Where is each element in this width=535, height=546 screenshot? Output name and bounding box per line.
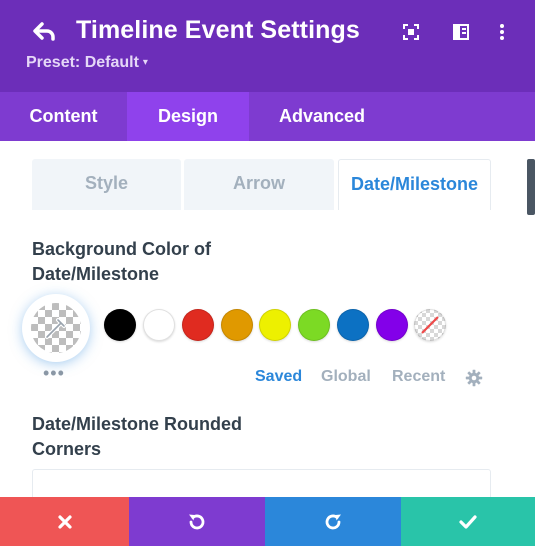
undo-button[interactable] [129, 497, 265, 546]
palette-tab-global[interactable]: Global [321, 368, 371, 386]
eyedropper-icon [45, 318, 66, 339]
tab-content[interactable]: Content [0, 92, 127, 141]
redo-button[interactable] [265, 497, 401, 546]
scrollbar[interactable] [527, 159, 535, 215]
swatch-none[interactable] [414, 309, 446, 341]
swatch-green[interactable] [298, 309, 330, 341]
split-view-icon[interactable] [451, 22, 471, 42]
swatch-white[interactable] [143, 309, 175, 341]
no-color-icon [421, 316, 439, 334]
palette-tab-saved[interactable]: Saved [255, 368, 302, 386]
swatch-orange[interactable] [221, 309, 253, 341]
save-button[interactable] [401, 497, 535, 546]
panel-title: Timeline Event Settings [76, 16, 360, 44]
preset-label: Preset: Default [26, 54, 139, 71]
swatch-black[interactable] [104, 309, 136, 341]
settings-header: Timeline Event Settings Preset: Default ▾ [0, 0, 535, 92]
focus-icon[interactable] [401, 22, 421, 42]
more-colors-icon[interactable]: ••• [43, 364, 65, 382]
swatch-red[interactable] [182, 309, 214, 341]
checkmark-icon [459, 514, 477, 529]
chevron-down-icon: ▾ [142, 57, 148, 68]
redo-icon [325, 514, 341, 529]
undo-icon [189, 514, 205, 529]
rounded-corners-label: Date/Milestone Rounded Corners [32, 414, 243, 459]
subtab-style[interactable]: Style [32, 159, 181, 210]
bg-color-label: Background Color of Date/Milestone [32, 239, 211, 284]
discard-button[interactable] [0, 497, 129, 546]
more-vertical-icon[interactable] [492, 22, 512, 42]
action-footer [0, 497, 535, 546]
swatch-yellow[interactable] [259, 309, 291, 341]
subtab-date-milestone[interactable]: Date/Milestone [338, 159, 491, 210]
subtab-arrow[interactable]: Arrow [184, 159, 334, 210]
preset-dropdown[interactable]: Preset: Default ▾ [26, 54, 148, 72]
palette-tab-recent[interactable]: Recent [392, 368, 445, 386]
current-color-swatch[interactable] [24, 296, 88, 360]
gear-icon[interactable] [465, 369, 483, 387]
close-icon [57, 514, 72, 529]
settings-tabs: Content Design Advanced [0, 92, 535, 141]
design-subtabs: Style Arrow Date/Milestone [32, 159, 491, 210]
swatch-blue[interactable] [337, 309, 369, 341]
swatch-purple[interactable] [376, 309, 408, 341]
tab-design[interactable]: Design [127, 92, 249, 141]
back-arrow-icon[interactable] [32, 20, 58, 44]
tab-advanced[interactable]: Advanced [249, 92, 395, 141]
